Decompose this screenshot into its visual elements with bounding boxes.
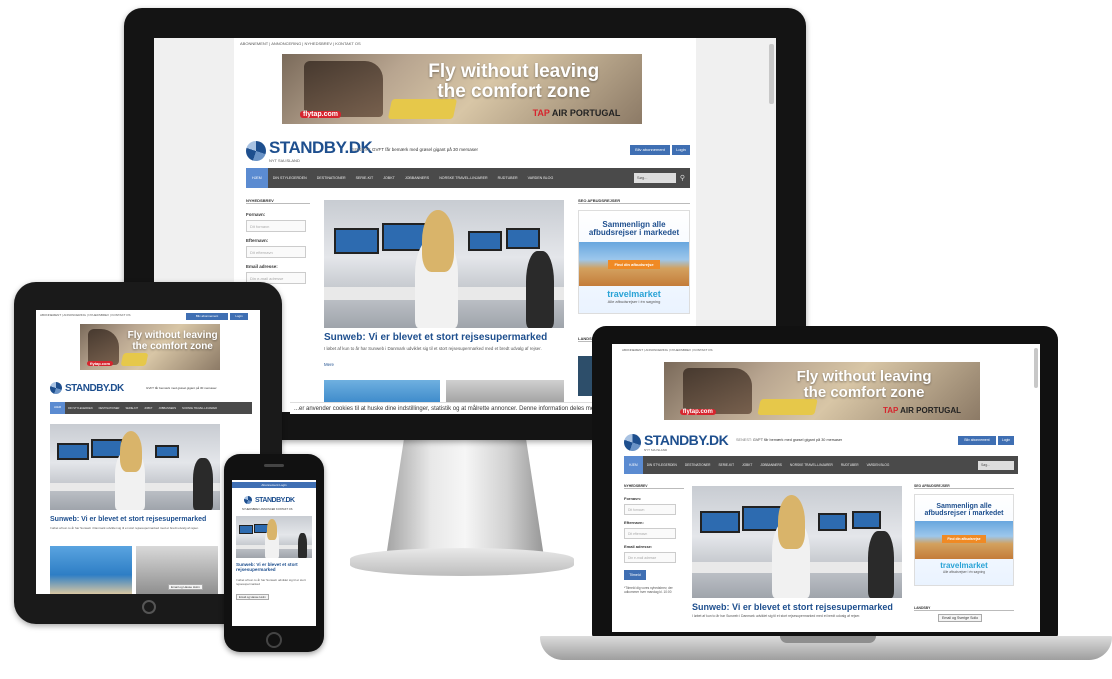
main-nav: HJEM DIN STYLEGERDEN DESTINATIONER SERIE… [246, 168, 690, 188]
scrollbar[interactable] [769, 44, 774, 104]
nav-item[interactable]: VARDEN BLOG [523, 176, 559, 180]
article-photo[interactable] [236, 516, 312, 558]
site-logo[interactable]: STANDBY.DK [50, 382, 124, 394]
subscribe-button[interactable]: Bliv abonnement [630, 145, 670, 155]
article-photo[interactable] [324, 200, 564, 328]
nav-item[interactable]: DESTINATIONER [312, 176, 351, 180]
laptop-screen: ABONNEMENT | ANNONCERING | NYHEDSBREV | … [612, 344, 1040, 632]
firstname-field[interactable]: Dit fornavn [246, 220, 306, 232]
lastname-field[interactable]: Dit efternavn [246, 246, 306, 258]
phone-screen: Abonnement Login STANDBY.DK NYHEDSBREV A… [232, 480, 316, 626]
nav-item[interactable]: NORSKE TRAVEL-LINJARER [434, 176, 492, 180]
nav-item[interactable]: RUDTUBER [493, 176, 523, 180]
read-more-link[interactable]: Mere [324, 362, 334, 367]
article-photo-2[interactable] [50, 546, 132, 594]
tablet-home-button[interactable] [142, 600, 156, 614]
site-logo[interactable]: STANDBY.DK NYT SIA ISLAND [624, 432, 729, 452]
newsletter-heading: NYHEDSBREV [246, 198, 310, 204]
nav-item[interactable]: JOBKT [378, 176, 400, 180]
responsive-mockup: ABONNEMENT | ANNONCERING | NYHEDSBREV | … [0, 0, 1112, 679]
logo-swirl-icon [246, 140, 266, 161]
offers-heading: SEO AFBUDSREJSER [578, 198, 690, 204]
top-links[interactable]: ABONNEMENT | ANNONCERING | NYHEDSBREV | … [240, 41, 361, 46]
ad-headline-line1: Fly without leaving [428, 61, 600, 83]
imac-base [350, 548, 574, 576]
banner-ad[interactable]: Fly without leaving the comfort zone fly… [664, 362, 980, 420]
newsletter-submit-button[interactable]: Tilmeld [624, 570, 646, 580]
nav-item[interactable]: SERIE-KIT [351, 176, 379, 180]
news-ticker[interactable]: SENEST: GVFT får bemærk med grøsel gigan… [352, 147, 478, 152]
find-offer-button[interactable]: Find din afbudsrejse [608, 259, 660, 269]
main-nav: HJEM DIN STYLEGERDEN DESTINATIONER SERIE… [50, 402, 252, 414]
phone-speaker [264, 464, 284, 467]
scrollbar[interactable] [1034, 348, 1038, 388]
article-headline[interactable]: Sunweb: Vi er blevet et stort rejsesuper… [324, 332, 564, 343]
article-excerpt: I løbet af kun to år har Sunweb i Danmar… [324, 346, 542, 351]
article-photo[interactable] [50, 424, 220, 510]
ad-headline-line2: the comfort zone [437, 81, 591, 103]
nav-item-home[interactable]: HJEM [246, 168, 268, 188]
login-button[interactable]: Login [672, 145, 690, 155]
banner-ad[interactable]: Fly without leaving the comfort zone fly… [282, 54, 642, 124]
banner-ad[interactable]: Fly without leaving the comfort zone fly… [80, 324, 220, 370]
search-icon[interactable]: ⚲ [680, 174, 685, 182]
travelmarket-ad[interactable]: Sammenlign alle afbudsrejser i markedet … [578, 210, 690, 314]
nav-item[interactable]: JOBBANNERS [400, 176, 434, 180]
article-photo[interactable] [692, 486, 902, 598]
travelmarket-ad[interactable]: Sammenlign alle afbudsrejser i markedet … [914, 494, 1014, 586]
flytap-link[interactable]: flytap.com [300, 111, 342, 119]
air-portugal-logo: TAP AIR PORTUGAL [532, 108, 621, 119]
phone-home-button[interactable] [266, 632, 282, 648]
laptop-display: ABONNEMENT | ANNONCERING | NYHEDSBREV | … [592, 326, 1058, 638]
search-input[interactable]: Søg... [633, 173, 676, 183]
imac-stand [386, 440, 544, 552]
main-nav: HJEM DIN STYLEGERDEN DESTINATIONER SERIE… [624, 456, 1018, 474]
phone-device: Abonnement Login STANDBY.DK NYHEDSBREV A… [224, 454, 324, 652]
site-logo[interactable]: STANDBY.DK [244, 496, 295, 504]
nav-item[interactable]: DIN STYLEGERDEN [268, 176, 312, 180]
laptop-notch [780, 636, 876, 643]
